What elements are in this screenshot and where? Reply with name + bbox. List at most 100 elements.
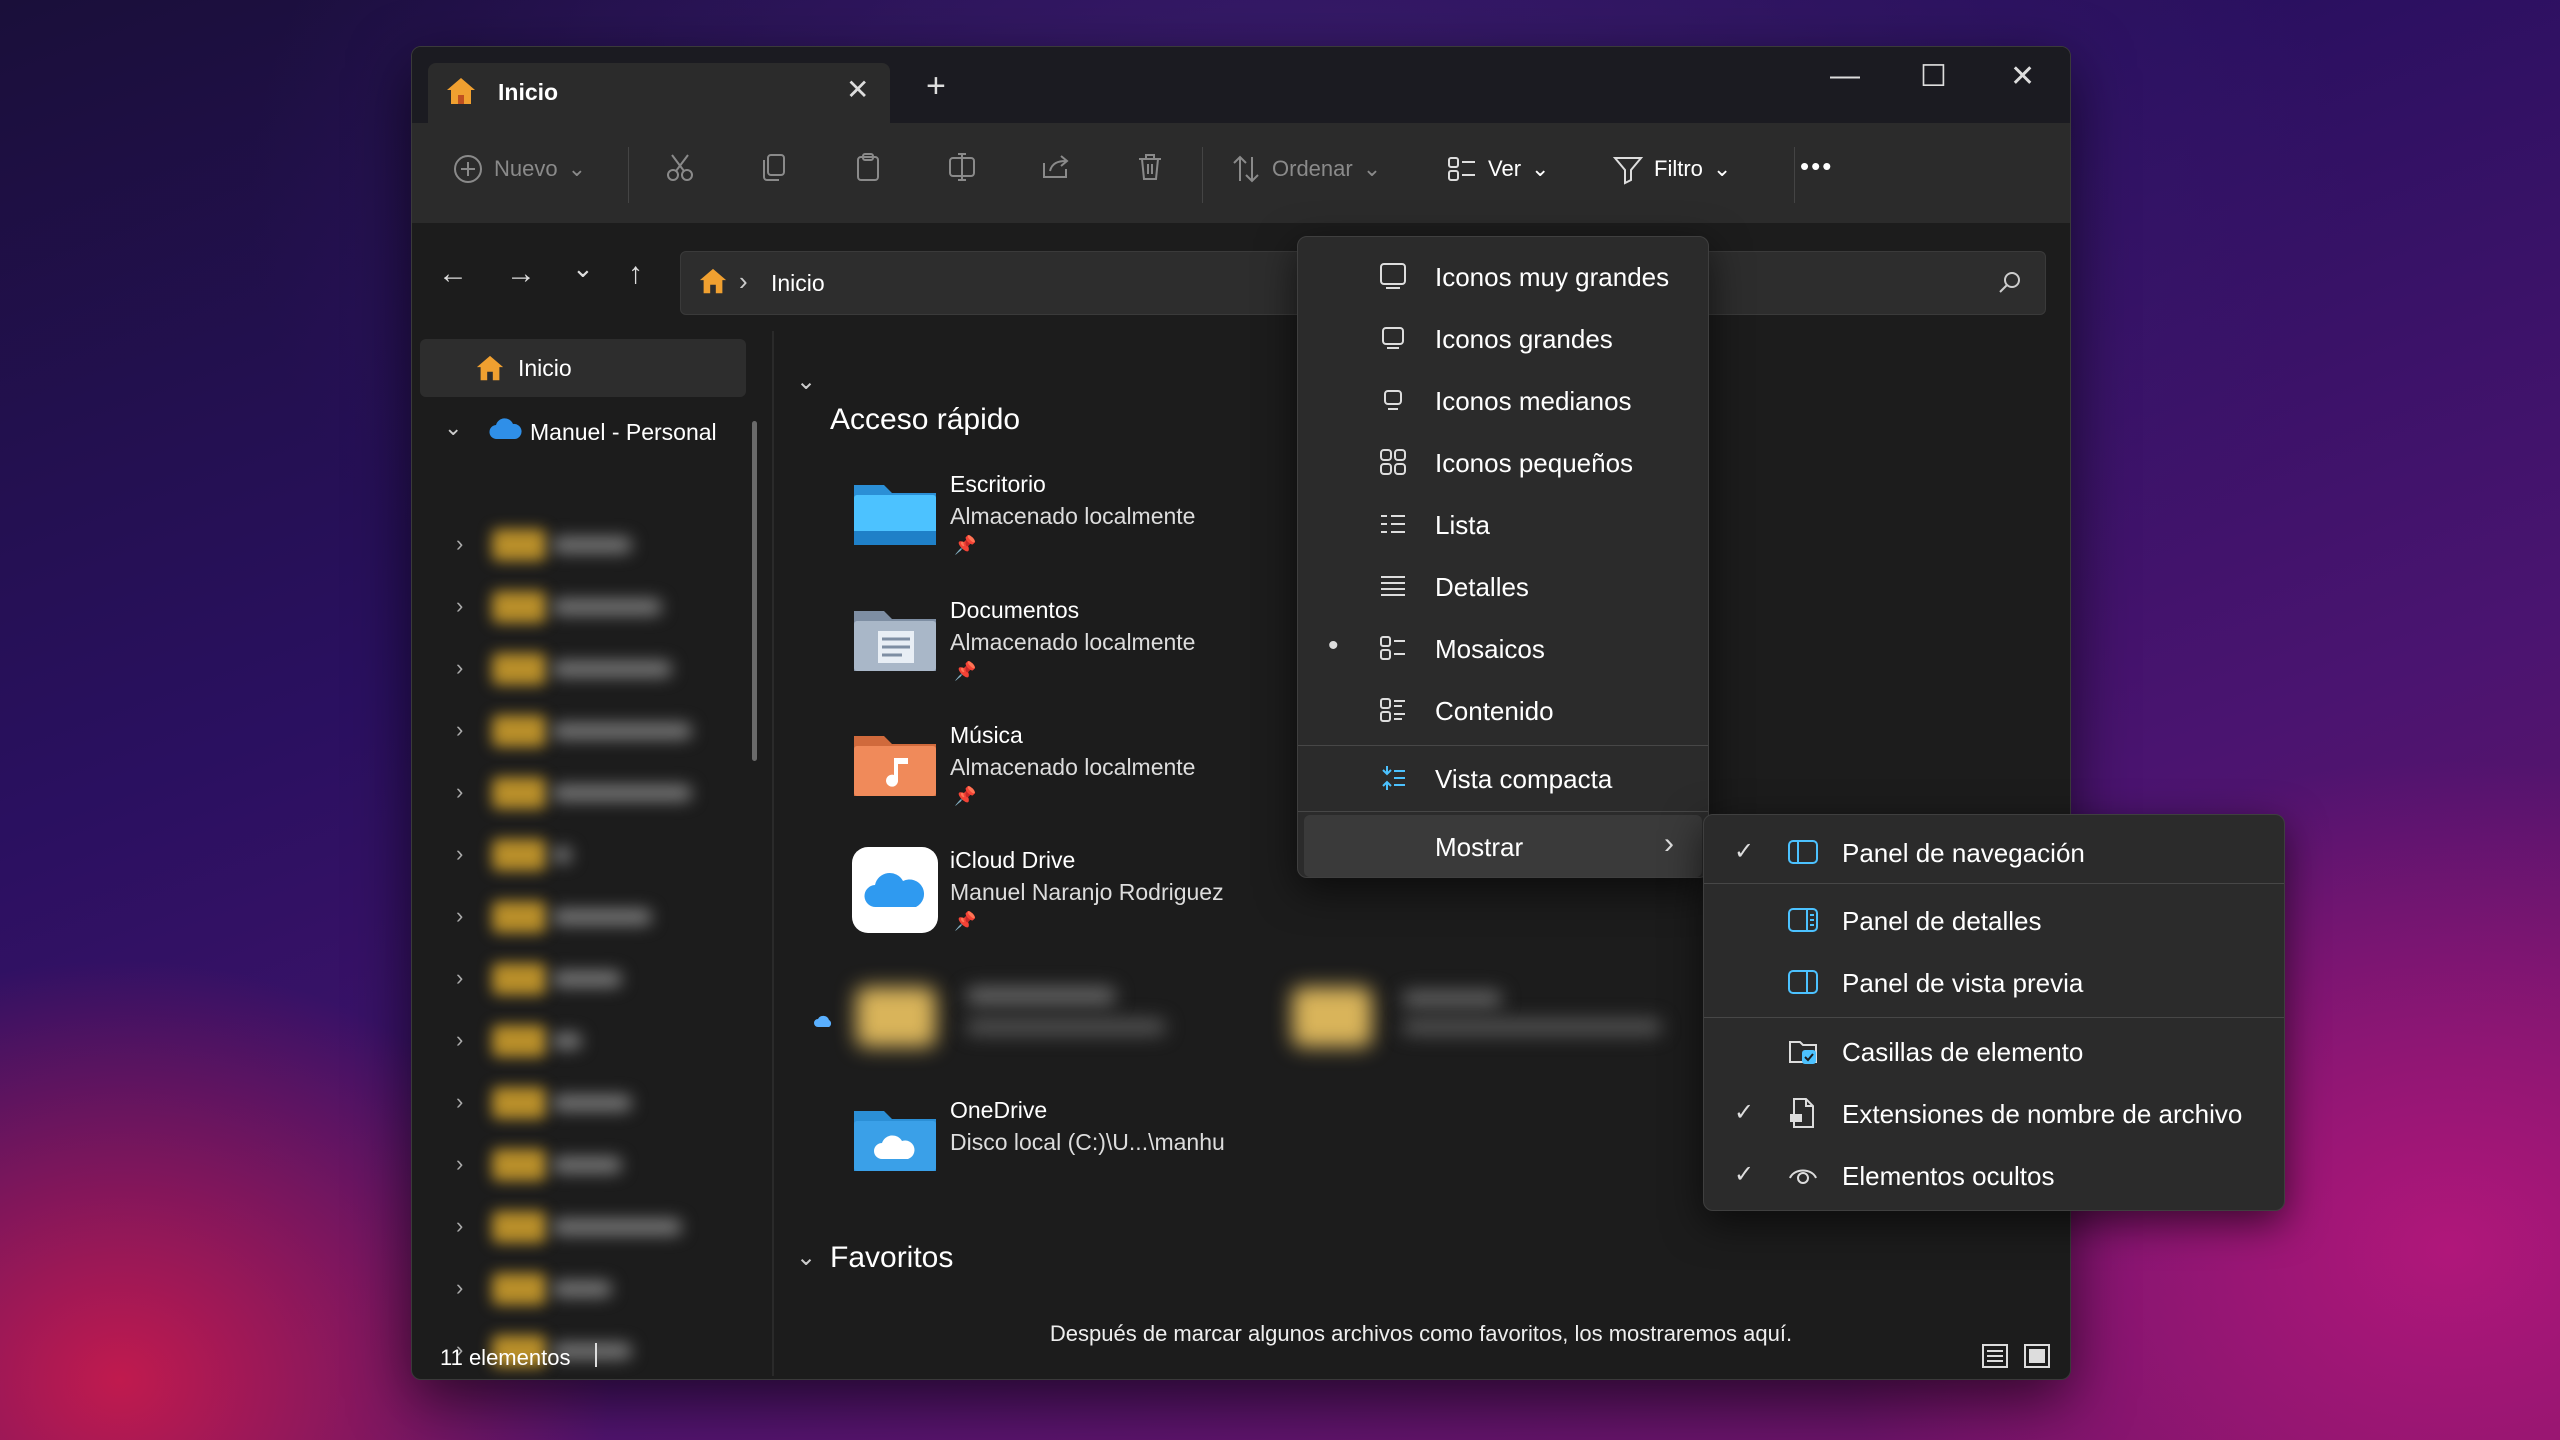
large-icons-view-icon[interactable] — [2022, 1341, 2052, 1371]
sidebar-item-blurred[interactable]: › — [456, 525, 706, 565]
recent-locations-button[interactable]: ⌄ — [572, 253, 594, 284]
submenu-item-label: Panel de navegación — [1842, 838, 2085, 868]
toolbar-divider — [1202, 147, 1203, 203]
sidebar-item-onedrive-personal[interactable]: ⌄ Manuel - Personal — [426, 405, 746, 455]
menu-item-details[interactable]: Detalles — [1298, 555, 1708, 617]
more-options-button[interactable]: ••• — [1800, 151, 1833, 182]
menu-item-content[interactable]: Contenido — [1298, 679, 1708, 741]
list-icon — [1381, 515, 1405, 533]
back-button[interactable]: ← — [438, 257, 468, 291]
up-button[interactable]: ↑ — [628, 257, 643, 291]
search-icon[interactable] — [1997, 270, 2023, 296]
share-icon[interactable] — [1040, 151, 1072, 183]
menu-item-small-icons[interactable]: Iconos pequeños — [1298, 431, 1708, 493]
navigation-bar: ← → ⌄ ↑ › Inicio — [412, 223, 2070, 331]
minimize-button[interactable]: — — [1830, 59, 1860, 93]
list-item-icloud-drive[interactable]: iCloud Drive Manuel Naranjo Rodriguez 📌 — [852, 847, 1272, 957]
sidebar-item-blurred[interactable]: › — [456, 897, 706, 937]
content-icon — [1380, 698, 1405, 722]
delete-icon[interactable] — [1134, 151, 1166, 183]
submenu-item-hidden-items[interactable]: ✓ Elementos ocultos — [1704, 1144, 2284, 1206]
check-icon: ✓ — [1734, 838, 1755, 865]
view-dropdown-menu: Iconos muy grandes Iconos grandes Iconos… — [1297, 236, 1709, 878]
submenu-item-label: Extensiones de nombre de archivo — [1842, 1099, 2243, 1129]
rename-icon[interactable] — [946, 151, 978, 183]
menu-item-show[interactable]: Mostrar › — [1304, 815, 1702, 877]
check-icon: ✓ — [1734, 1161, 1755, 1188]
compact-icon — [1382, 766, 1405, 790]
chevron-down-icon: ⌄ — [567, 156, 587, 181]
paste-icon[interactable] — [852, 151, 884, 183]
menu-item-label: Mostrar — [1435, 832, 1524, 862]
sidebar-scrollbar[interactable] — [752, 421, 757, 761]
grid-icon — [1380, 449, 1406, 475]
home-icon — [447, 78, 475, 104]
filter-button[interactable]: Filtro ⌄ — [1612, 153, 1731, 185]
sidebar-item-label: Manuel - Personal — [530, 419, 717, 445]
submenu-item-details-pane[interactable]: Panel de detalles — [1704, 889, 2284, 951]
item-title: Documentos — [950, 597, 1080, 623]
menu-item-extra-large-icons[interactable]: Iconos muy grandes — [1298, 245, 1708, 307]
view-button[interactable]: Ver ⌄ — [1446, 153, 1549, 185]
sidebar-item-blurred[interactable]: › — [456, 959, 706, 999]
list-item-blurred[interactable] — [1292, 961, 1712, 1071]
status-divider — [595, 1343, 597, 1367]
command-bar: Nuevo ⌄ Ordenar ⌄ Ver ⌄ Filtro ⌄ ••• — [412, 123, 2070, 223]
breadcrumb-separator: › — [739, 266, 748, 296]
submenu-item-preview-pane[interactable]: Panel de vista previa — [1704, 951, 2284, 1013]
sidebar-item-blurred[interactable]: › — [456, 587, 706, 627]
submenu-item-label: Panel de vista previa — [1842, 968, 2084, 998]
sidebar-item-label: Inicio — [518, 355, 572, 381]
chevron-down-icon: ⌄ — [1362, 156, 1382, 181]
chevron-down-icon[interactable]: ⌄ — [444, 415, 462, 441]
submenu-item-item-checkboxes[interactable]: Casillas de elemento — [1704, 1020, 2284, 1082]
new-tab-button[interactable]: + — [926, 69, 946, 103]
sidebar-item-blurred[interactable]: › — [456, 1207, 706, 1247]
menu-item-compact-view[interactable]: Vista compacta — [1298, 747, 1708, 809]
menu-item-tiles[interactable]: • Mosaicos — [1298, 617, 1708, 679]
menu-divider — [1298, 745, 1708, 746]
list-item-blurred[interactable] — [856, 961, 1276, 1071]
quick-access-header[interactable]: Acceso rápido — [830, 403, 1020, 437]
breadcrumb-inicio[interactable]: Inicio — [771, 270, 825, 297]
sidebar-item-blurred[interactable]: › — [456, 835, 706, 875]
music-folder-icon — [854, 736, 936, 796]
chevron-down-icon[interactable]: ⌄ — [796, 367, 816, 396]
sidebar-item-blurred[interactable]: › — [456, 1145, 706, 1185]
tab-inicio[interactable]: Inicio ✕ — [428, 63, 890, 123]
monitor-icon — [1380, 263, 1406, 289]
list-item-musica[interactable]: Música Almacenado localmente 📌 — [852, 722, 1272, 832]
selected-bullet: • — [1328, 629, 1339, 662]
sidebar-item-inicio[interactable]: Inicio — [420, 339, 746, 397]
menu-divider — [1704, 883, 2284, 884]
list-item-documentos[interactable]: Documentos Almacenado localmente 📌 — [852, 597, 1272, 707]
new-button[interactable]: Nuevo ⌄ — [452, 153, 586, 185]
close-tab-icon[interactable]: ✕ — [846, 73, 869, 106]
copy-icon[interactable] — [758, 151, 790, 183]
sidebar-item-blurred[interactable]: › — [456, 711, 706, 751]
close-window-button[interactable]: ✕ — [2010, 59, 2035, 94]
menu-item-list[interactable]: Lista — [1298, 493, 1708, 555]
menu-item-medium-icons[interactable]: Iconos medianos — [1298, 369, 1708, 431]
toolbar-divider — [1794, 147, 1795, 203]
chevron-down-icon[interactable]: ⌄ — [796, 1243, 816, 1272]
submenu-item-navigation-pane[interactable]: ✓ Panel de navegación — [1704, 821, 2284, 883]
cut-icon[interactable] — [664, 151, 696, 183]
sort-button[interactable]: Ordenar ⌄ — [1230, 153, 1381, 185]
sidebar-item-blurred[interactable]: › — [456, 1269, 706, 1309]
sidebar-item-blurred[interactable]: › — [456, 1083, 706, 1123]
sidebar-item-blurred[interactable]: › — [456, 1021, 706, 1061]
menu-item-large-icons[interactable]: Iconos grandes — [1298, 307, 1708, 369]
details-view-icon[interactable] — [1980, 1341, 2010, 1371]
list-item-onedrive[interactable]: OneDrive Disco local (C:)\U...\manhu — [852, 1097, 1272, 1207]
forward-button[interactable]: → — [506, 257, 536, 291]
sidebar-item-blurred[interactable]: › — [456, 773, 706, 813]
submenu-item-file-extensions[interactable]: ✓ Extensiones de nombre de archivo — [1704, 1082, 2284, 1144]
onedrive-folder-icon — [854, 1111, 936, 1171]
item-subtitle: Almacenado localmente — [950, 629, 1196, 655]
home-icon — [476, 355, 504, 381]
maximize-button[interactable]: ☐ — [1920, 59, 1947, 94]
sidebar-item-blurred[interactable]: › — [456, 649, 706, 689]
list-item-escritorio[interactable]: Escritorio Almacenado localmente 📌 — [852, 471, 1272, 581]
favorites-header[interactable]: Favoritos — [830, 1241, 953, 1275]
